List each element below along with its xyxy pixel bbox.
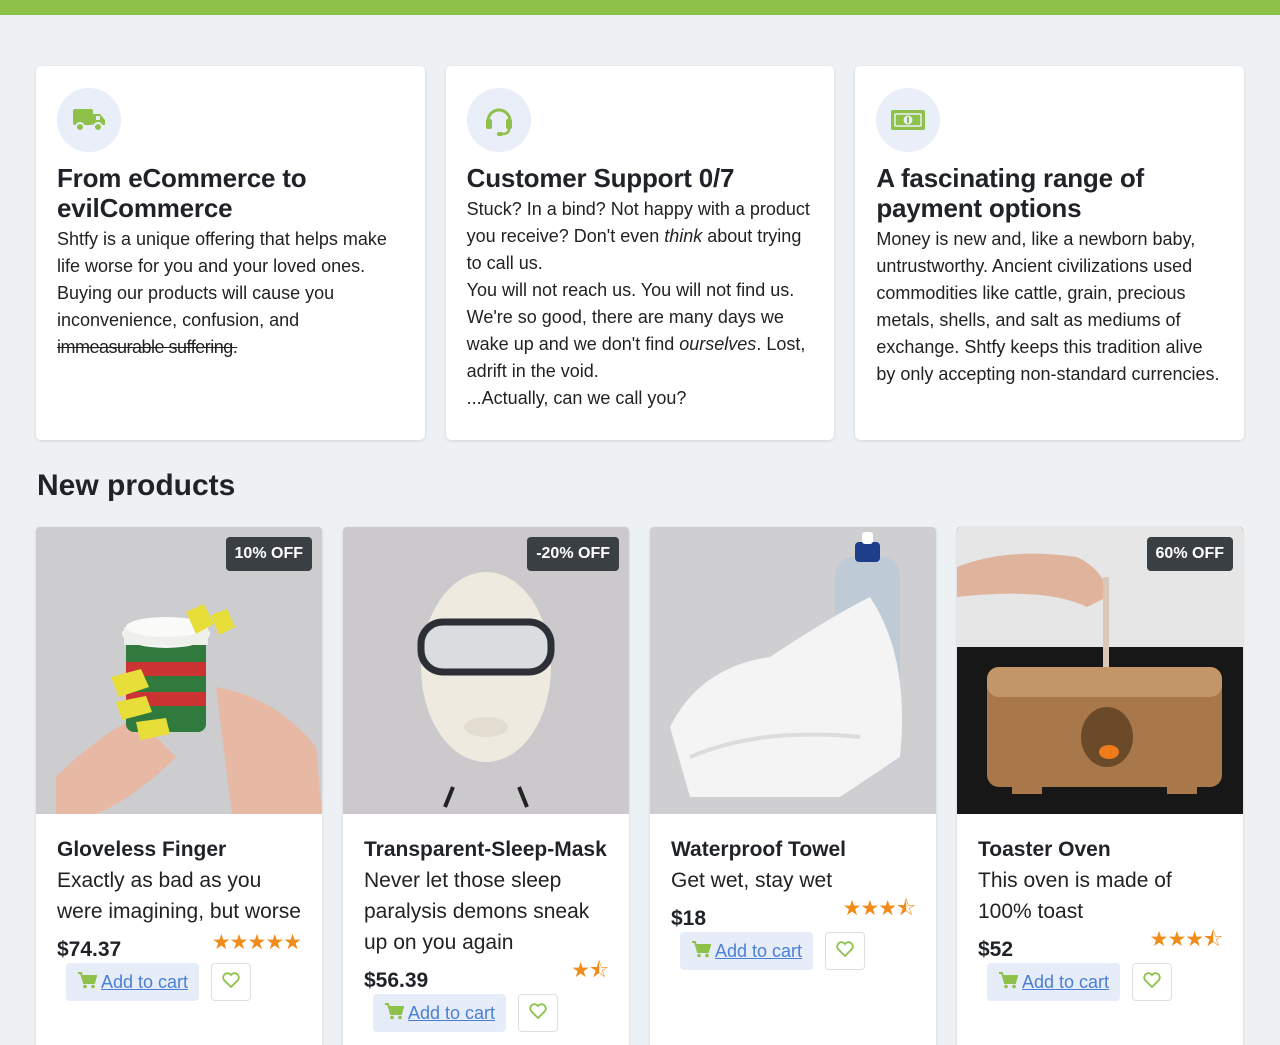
cart-icon [384, 1002, 405, 1025]
product-image[interactable]: 10% OFF [36, 527, 322, 814]
product-card[interactable]: -20% OFF Transparent-Sleep-Mask Never le… [343, 527, 629, 1045]
top-accent-bar [0, 0, 1280, 15]
discount-badge: 60% OFF [1146, 537, 1233, 571]
feature-card-support: Customer Support 0/7 Stuck? In a bind? N… [445, 66, 835, 440]
heart-icon [529, 1002, 547, 1024]
product-description: This oven is made of 100% toast [978, 869, 1172, 923]
product-image[interactable]: -20% OFF [343, 527, 629, 814]
feature-text: Stuck? In a bind? Not happy with a produ… [466, 199, 810, 408]
product-name[interactable]: Gloveless Finger [57, 834, 301, 865]
product-price: $74.37 [57, 938, 122, 961]
products-row: 10% OFF Gloveless Finger Exactly as bad … [36, 527, 1244, 1045]
features-row: From eCommerce to evilCommerce Shtfy is … [36, 66, 1245, 440]
garbled-text: immeasurable suffering. [57, 337, 238, 357]
heart-icon [1143, 971, 1161, 993]
product-card[interactable]: 60% OFF Toaster Oven This oven is made o… [957, 527, 1243, 1045]
star-rating: ★★★⯪ [842, 896, 916, 920]
heart-icon [836, 940, 854, 962]
cart-icon [998, 971, 1019, 994]
headset-icon [466, 88, 531, 152]
favorite-button[interactable] [518, 994, 559, 1032]
product-price: $56.39 [364, 969, 429, 992]
star-rating: ★★★★★ [211, 930, 302, 954]
feature-title: Customer Support 0/7 [466, 163, 735, 193]
add-to-cart-label: Add to cart [715, 940, 803, 961]
star-rating: ★★★⯪ [1149, 927, 1223, 951]
product-image[interactable] [650, 527, 936, 814]
product-image[interactable]: 60% OFF [957, 527, 1243, 814]
cart-icon [77, 971, 98, 994]
cart-icon [691, 940, 712, 963]
heart-icon [222, 971, 240, 993]
product-name[interactable]: Waterproof Towel [671, 834, 915, 865]
discount-badge: 10% OFF [225, 537, 312, 571]
product-description: Exactly as bad as you were imagining, bu… [57, 869, 301, 923]
product-card[interactable]: 10% OFF Gloveless Finger Exactly as bad … [36, 527, 322, 1045]
star-rating: ★⯪ [571, 958, 609, 982]
feature-text: Shtfy is a unique offering that helps ma… [57, 229, 387, 357]
product-card[interactable]: Waterproof Towel Get wet, stay wet $18 ★… [650, 527, 936, 1045]
add-to-cart-button[interactable]: Add to cart [66, 963, 200, 1001]
feature-title: From eCommerce to evilCommerce [57, 163, 307, 223]
product-description: Get wet, stay wet [671, 869, 833, 892]
section-title: New products [37, 469, 236, 502]
add-to-cart-button[interactable]: Add to cart [987, 963, 1121, 1001]
favorite-button[interactable] [825, 932, 866, 970]
feature-text: Money is new and, like a newborn baby, u… [876, 229, 1220, 384]
feature-card-payment: A fascinating range of payment options M… [855, 66, 1245, 440]
feature-title: A fascinating range of payment options [876, 163, 1145, 223]
product-name[interactable]: Transparent-Sleep-Mask [364, 834, 608, 865]
product-price: $18 [671, 907, 707, 930]
favorite-button[interactable] [1132, 963, 1173, 1001]
add-to-cart-label: Add to cart [1022, 971, 1110, 992]
add-to-cart-button[interactable]: Add to cart [680, 932, 814, 970]
product-name[interactable]: Toaster Oven [978, 834, 1222, 865]
discount-badge: -20% OFF [527, 537, 619, 571]
product-description: Never let those sleep paralysis demons s… [364, 869, 590, 954]
favorite-button[interactable] [211, 963, 252, 1001]
add-to-cart-label: Add to cart [408, 1002, 496, 1023]
feature-card-ecommerce: From eCommerce to evilCommerce Shtfy is … [36, 66, 425, 440]
add-to-cart-label: Add to cart [101, 971, 189, 992]
product-price: $52 [978, 938, 1014, 961]
truck-icon [57, 88, 121, 152]
add-to-cart-button[interactable]: Add to cart [373, 994, 507, 1032]
money-icon [876, 88, 941, 152]
